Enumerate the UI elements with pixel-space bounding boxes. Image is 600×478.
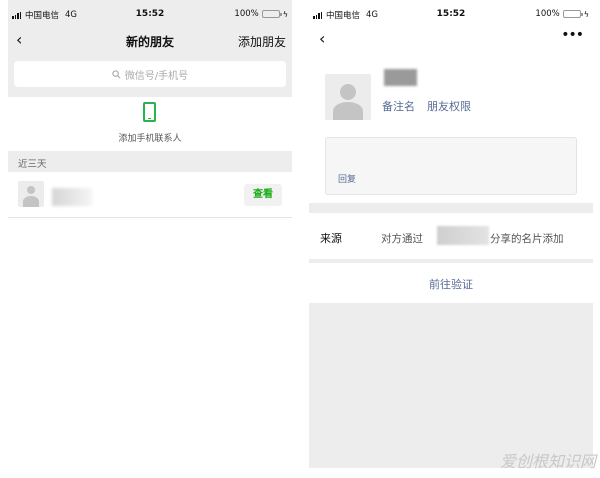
add-phone-contacts-label: 添加手机联系人 xyxy=(118,134,182,144)
redacted-name xyxy=(52,188,92,206)
charging-icon: ϟ xyxy=(583,9,589,19)
redacted-name xyxy=(384,69,417,86)
section-header-recent: 近三天 xyxy=(8,151,292,172)
battery-icon xyxy=(261,10,282,18)
chevron-left-icon[interactable]: ‹ xyxy=(319,29,325,48)
battery-percent: 100% xyxy=(535,9,560,19)
battery-icon xyxy=(562,10,583,18)
view-button[interactable]: 查看 xyxy=(244,184,282,206)
nav-bar: ‹ 新的朋友 添加朋友 xyxy=(8,24,292,56)
status-bar: 中国电信 4G 15:52 100% ϟ xyxy=(8,0,292,24)
verification-message-box: 回复 xyxy=(325,137,577,195)
source-row: 来源 对方通过 分享的名片添加 xyxy=(309,213,593,259)
go-verify-label: 前往验证 xyxy=(429,278,473,291)
status-bar: 中国电信 4G 15:52 100% ϟ xyxy=(309,0,593,24)
friend-profile-screen: 中国电信 4G 15:52 100% ϟ ‹ ••• 备注名 朋友权限 回复 来… xyxy=(309,0,593,468)
reply-link[interactable]: 回复 xyxy=(338,172,356,185)
source-text-before: 对方通过 xyxy=(381,233,423,245)
search-input[interactable]: 微信号/手机号 xyxy=(14,61,286,87)
charging-icon: ϟ xyxy=(282,9,288,19)
new-friends-screen: 中国电信 4G 15:52 100% ϟ ‹ 新的朋友 添加朋友 微信号/手机号… xyxy=(8,0,292,468)
profile-links: 备注名 朋友权限 xyxy=(382,98,471,114)
search-placeholder: 微信号/手机号 xyxy=(124,70,189,82)
source-text-after: 分享的名片添加 xyxy=(490,233,564,245)
search-icon xyxy=(112,69,121,78)
go-verify-button[interactable]: 前往验证 xyxy=(309,263,593,303)
battery-percent: 100% xyxy=(234,9,259,19)
friend-request-row[interactable]: 查看 xyxy=(8,172,292,218)
phone-icon xyxy=(143,102,156,122)
friend-permission-link[interactable]: 朋友权限 xyxy=(427,98,471,114)
avatar xyxy=(18,181,44,207)
avatar[interactable] xyxy=(325,74,371,120)
more-dots-icon[interactable]: ••• xyxy=(561,27,584,43)
watermark: 爱创根知识网 xyxy=(499,452,596,471)
add-phone-contacts-button[interactable]: 添加手机联系人 xyxy=(8,97,292,151)
remark-name-link[interactable]: 备注名 xyxy=(382,98,415,114)
redacted-referrer xyxy=(437,226,489,245)
source-label: 来源 xyxy=(320,232,342,245)
add-friend-button[interactable]: 添加朋友 xyxy=(238,33,286,50)
